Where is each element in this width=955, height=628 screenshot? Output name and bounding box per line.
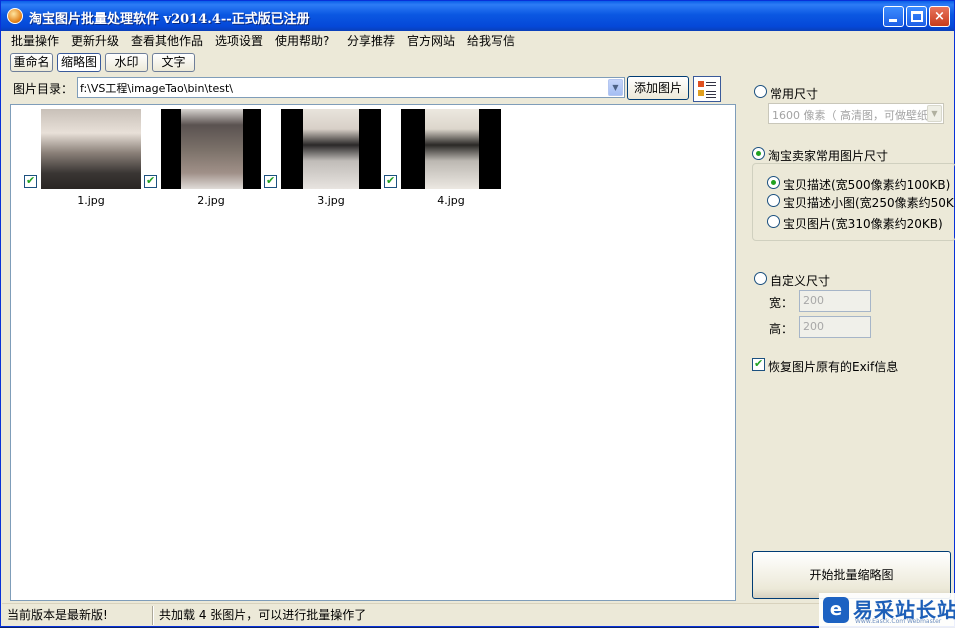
check-icon: ✔: [754, 357, 764, 370]
directory-combobox[interactable]: f:\VS工程\imageTao\bin\test\ ▼: [77, 77, 625, 98]
radio-custom-size[interactable]: [754, 272, 767, 285]
radio-selected-dot: [771, 180, 776, 185]
image-thumbnail[interactable]: [401, 109, 501, 189]
minimize-button[interactable]: [883, 6, 904, 27]
chevron-down-icon[interactable]: ▼: [608, 79, 623, 96]
brand-sub: Www.Easck.Com Webmaster: [855, 618, 942, 625]
menu-update[interactable]: 更新升级: [69, 33, 121, 49]
chevron-down-icon: ▼: [927, 105, 942, 122]
directory-path: f:\VS工程\imageTao\bin\test\: [80, 82, 233, 95]
width-label: 宽：: [769, 296, 794, 310]
custom-size-label: 自定义尺寸: [770, 274, 831, 288]
window-title: 淘宝图片批量处理软件 v2014.4--正式版已注册: [29, 12, 310, 27]
menu-other-works[interactable]: 查看其他作品: [129, 33, 205, 49]
photo: [425, 109, 479, 189]
common-size-label: 常用尺寸: [770, 87, 819, 101]
close-button[interactable]: ×: [929, 6, 950, 27]
thumbnail-view-button[interactable]: [693, 76, 721, 102]
image-checkbox[interactable]: ✔: [144, 174, 157, 188]
width-value: 200: [803, 294, 824, 307]
check-icon: ✔: [146, 174, 156, 187]
check-icon: ✔: [26, 174, 36, 187]
radio-desc-small[interactable]: [767, 194, 780, 207]
menu-contact[interactable]: 给我写信: [465, 33, 517, 49]
tab-text[interactable]: 文字: [152, 53, 195, 72]
width-field: 200: [799, 290, 871, 312]
exif-checkbox[interactable]: ✔: [752, 357, 765, 371]
radio-item-image[interactable]: [767, 215, 780, 228]
site-watermark: e 易采站长站 Www.Easck.Com Webmaster: [819, 593, 955, 628]
radio-desc-large[interactable]: [767, 176, 780, 189]
desc-large-label: 宝贝描述(宽500像素约100KB): [783, 178, 951, 192]
image-thumbnail[interactable]: [161, 109, 261, 189]
image-thumbnail[interactable]: [41, 109, 141, 189]
desc-small-label: 宝贝描述小图(宽250像素约50KB): [783, 196, 955, 210]
menu-options[interactable]: 选项设置: [213, 33, 265, 49]
check-icon: ✔: [266, 174, 276, 187]
image-filename: 4.jpg: [437, 194, 465, 207]
height-label: 高：: [769, 322, 794, 336]
brand-logo-icon: e: [823, 597, 849, 623]
common-size-select: 1600 像素（ 高清图，可做壁纸 ▼: [768, 103, 944, 124]
status-version: 当前版本是最新版!: [7, 608, 108, 622]
common-size-value: 1600 像素（ 高清图，可做壁纸: [772, 109, 928, 122]
app-window: 淘宝图片批量处理软件 v2014.4--正式版已注册 × 批量操作 更新升级 查…: [0, 0, 955, 628]
item-image-label: 宝贝图片(宽310像素约20KB): [783, 217, 943, 231]
image-filename: 1.jpg: [77, 194, 105, 207]
app-icon[interactable]: [7, 8, 23, 24]
radio-common-size[interactable]: [754, 85, 767, 98]
status-message: 共加载 4 张图片，可以进行批量操作了: [159, 608, 367, 622]
image-checkbox[interactable]: ✔: [384, 174, 397, 188]
photo: [41, 109, 141, 189]
photo: [303, 109, 359, 189]
menu-share[interactable]: 分享推荐: [345, 33, 397, 49]
start-batch-thumbnail-button[interactable]: 开始批量缩略图: [752, 551, 951, 599]
image-filename: 3.jpg: [317, 194, 345, 207]
menu-website[interactable]: 官方网站: [405, 33, 457, 49]
maximize-icon: [911, 11, 923, 22]
add-images-button[interactable]: 添加图片: [627, 76, 689, 100]
maximize-button[interactable]: [906, 6, 927, 27]
close-icon: ×: [934, 9, 945, 24]
tab-rename[interactable]: 重命名: [10, 53, 53, 72]
check-icon: ✔: [386, 174, 396, 187]
menu-batch[interactable]: 批量操作: [9, 33, 61, 49]
image-thumbnail[interactable]: [281, 109, 381, 189]
tab-watermark[interactable]: 水印: [105, 53, 148, 72]
radio-taobao-size[interactable]: [752, 147, 765, 160]
height-field: 200: [799, 316, 871, 338]
menu-bar: 批量操作 更新升级 查看其他作品 选项设置 使用帮助? 分享推荐 官方网站 给我…: [2, 31, 954, 51]
image-checkbox[interactable]: ✔: [24, 174, 37, 188]
menu-help[interactable]: 使用帮助?: [273, 33, 331, 49]
exif-label: 恢复图片原有的Exif信息: [768, 360, 899, 374]
status-bar: 当前版本是最新版! 共加载 4 张图片，可以进行批量操作了: [2, 603, 954, 626]
status-divider: [152, 606, 154, 625]
radio-selected-dot: [756, 151, 761, 156]
height-value: 200: [803, 320, 824, 333]
image-checkbox[interactable]: ✔: [264, 174, 277, 188]
taobao-size-label: 淘宝卖家常用图片尺寸: [768, 149, 889, 163]
minimize-icon: [889, 19, 897, 22]
image-filename: 2.jpg: [197, 194, 225, 207]
title-bar[interactable]: 淘宝图片批量处理软件 v2014.4--正式版已注册 ×: [1, 1, 954, 31]
directory-label: 图片目录：: [13, 82, 74, 96]
tab-thumbnail[interactable]: 缩略图: [57, 53, 101, 72]
image-list[interactable]: ✔ 1.jpg ✔ 2.jpg ✔ 3.jpg ✔ 4.jpg: [10, 104, 736, 601]
photo: [181, 109, 243, 189]
